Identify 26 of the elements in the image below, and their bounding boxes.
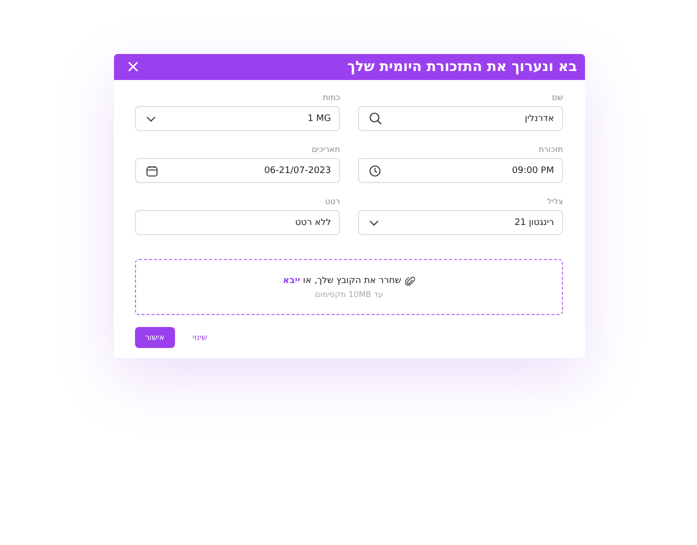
upload-instructions: שחרר את הקובץ שלך, או ייבא xyxy=(282,276,402,286)
search-field[interactable]: אדרנלין xyxy=(358,106,563,131)
file-drop-zone[interactable]: שחרר את הקובץ שלך, או ייבא עד 10MB מקסימום xyxy=(135,259,563,315)
field-label: תזכורת xyxy=(538,145,563,155)
chevron-down-icon xyxy=(146,116,156,122)
field-label: כמות xyxy=(322,93,340,103)
time-field[interactable]: 09:00 PM xyxy=(358,158,563,183)
field-label: צליל xyxy=(547,197,563,207)
field-label: תאריכים xyxy=(312,145,340,155)
change-button[interactable]: שינוי xyxy=(192,333,208,342)
date-field[interactable]: 06-21/07-2023 xyxy=(135,158,340,183)
chevron-down-icon xyxy=(369,220,379,226)
browse-link[interactable]: ייבא xyxy=(282,276,300,286)
search-icon xyxy=(369,112,382,125)
text-field[interactable]: ללא רטט xyxy=(135,210,340,235)
dropdown[interactable]: 1 MG xyxy=(135,106,340,131)
clock-icon xyxy=(369,164,381,176)
dropdown[interactable]: רינגטון 21 xyxy=(358,210,563,235)
confirm-button[interactable]: אישור xyxy=(135,327,174,348)
close-button[interactable]: × xyxy=(126,58,140,76)
field-label: שם xyxy=(552,93,563,103)
dialog-title: בא ונערוך את התזכורת היומית שלך xyxy=(347,59,577,75)
calendar-icon xyxy=(146,164,158,176)
paperclip-icon xyxy=(405,276,416,286)
size-limit-hint: עד 10MB מקסימום xyxy=(314,290,384,298)
field-label: רטט xyxy=(325,197,340,207)
